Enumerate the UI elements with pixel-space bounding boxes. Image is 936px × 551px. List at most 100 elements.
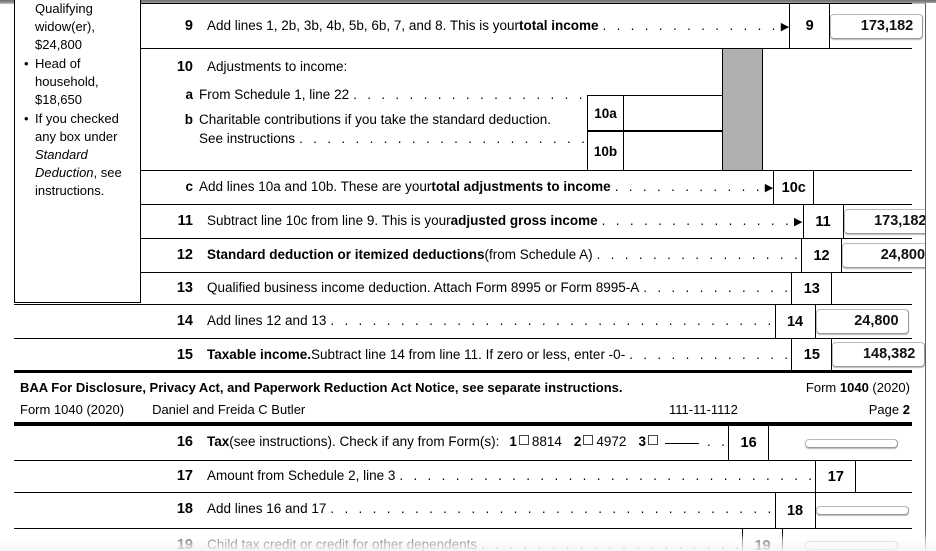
form-line-13-text: Qualified business income deduction. Att… (207, 280, 640, 295)
form-line-12-amount-input[interactable]: 24,800 (842, 243, 936, 268)
form-line-18-number: 18 (176, 501, 193, 517)
form-line-16-value-cell (769, 426, 912, 460)
form-line-10c-value-cell (814, 171, 912, 204)
form-line-16-bold-text: Tax (207, 434, 230, 449)
sidebar-item-2: Head of household, $18,650 (24, 55, 134, 109)
form-line-15: 15 Taxable income. Subtract line 14 from… (14, 339, 926, 373)
form-line-12-text: (from Schedule A) (484, 247, 593, 262)
form-line-12-bold-text: Standard deduction or itemized deduction… (207, 247, 485, 262)
form-line-10a-box-number: 10a (588, 96, 624, 130)
privacy-act-notice: BAA For Disclosure, Privacy Act, and Pap… (14, 373, 912, 401)
form-line-19-amount-input[interactable] (805, 541, 898, 550)
form-line-12-box-number: 12 (802, 239, 843, 272)
form-line-16-leader: . . (706, 434, 729, 449)
form-line-18-text: Add lines 16 and 17 (207, 501, 327, 516)
form-line-10b-entry-box[interactable]: 10b (587, 131, 723, 171)
form-1040-viewport: $12,400 Married filing jointly or Qualif… (0, 0, 936, 551)
form-line-17-number: 17 (176, 468, 193, 484)
form-line-14-text: Add lines 12 and 13 (207, 313, 327, 328)
sidebar-item-3-lead: If you checked any box under (35, 111, 119, 144)
privacy-act-notice-text: BAA For Disclosure, Privacy Act, and Pap… (20, 380, 623, 395)
sidebar-item-1: Married filing jointly or Qualifying wid… (35, 0, 134, 54)
form-line-14-leader: . . . . . . . . . . . . . . . . . . . . … (330, 313, 775, 328)
page1-form-footer-number: 1040 (839, 380, 869, 395)
form-line-19: 19 Child tax credit or credit for other … (14, 529, 912, 551)
form-line-16-checkbox-1[interactable] (518, 435, 529, 445)
form-line-12-number: 12 (176, 247, 193, 263)
form-line-17-box-number: 17 (816, 461, 857, 492)
form-line-16-checkbox-2[interactable] (583, 435, 594, 445)
form-line-16-description: 16 Tax (see instructions). Check if any … (14, 426, 730, 460)
form-line-16-amount-input[interactable] (805, 438, 898, 448)
form-line-9-text: Add lines 1, 2b, 3b, 4b, 5b, 6b, 7, and … (207, 18, 519, 33)
form-line-10c-box-number: 10c (774, 171, 815, 204)
form-line-10c-leader: . . . . . . . . . . . (614, 179, 763, 194)
form-line-10-number: 10 (176, 59, 193, 75)
form-line-16-checkbox-3[interactable] (647, 435, 658, 445)
form-line-10-value-cell (763, 49, 912, 170)
form-line-16-text: (see instructions). Check if any from Fo… (229, 434, 500, 449)
form-line-10b-text-line2: See instructions (199, 131, 296, 146)
page1-form-footer-prefix: Form (805, 380, 840, 395)
form-line-18-box-number: 18 (776, 493, 816, 528)
form-line-10-text: Adjustments to income: (207, 59, 348, 74)
form-line-12-leader: . . . . . . . . . . . . . . . (596, 247, 802, 262)
form-line-10c: c Add lines 10a and 10b. These are your … (14, 171, 912, 205)
form-line-19-number: 19 (176, 537, 193, 551)
form-line-10-group: 10 Adjustments to income: a From Schedul… (14, 49, 912, 171)
form-line-14-box-number: 14 (776, 305, 816, 338)
form-line-19-leader: . . . . . . . . . . . . . . . . . . . (481, 537, 743, 551)
form-line-14-number: 14 (176, 313, 193, 329)
form-line-11-text: Subtract line 10c from line 9. This is y… (207, 213, 451, 228)
form-line-18-description: 18 Add lines 16 and 17 . . . . . . . . .… (14, 493, 776, 528)
form-line-12: 12 Standard deduction or itemized deduct… (14, 239, 936, 273)
form-line-17-description: 17 Amount from Schedule 2, line 3 . . . … (14, 461, 817, 492)
form-line-10a-leader: . . . . . . . . . . . . . . . . . . . . (353, 87, 589, 102)
page2-page-label: Page (868, 402, 900, 417)
vertical-scrollbar[interactable] (926, 3, 936, 551)
form-line-14: 14 Add lines 12 and 13 . . . . . . . . .… (14, 305, 912, 339)
form-line-14-amount-input[interactable]: 24,800 (815, 309, 909, 334)
form-line-10a-letter: a (185, 87, 193, 102)
form-line-19-value-cell (783, 529, 912, 551)
form-line-15-amount-input[interactable]: 148,382 (832, 342, 926, 367)
sidebar-item-3-italic: Standard Deduction (35, 147, 94, 180)
form-line-17-text: Amount from Schedule 2, line 3 (207, 468, 396, 483)
form-line-10c-text: Add lines 10a and 10b. These are your (199, 179, 432, 194)
form-line-13-box-number: 13 (792, 273, 833, 304)
form-line-13-number: 13 (176, 280, 193, 296)
form-line-13-value-cell (832, 273, 912, 304)
form-line-16-other-form-input[interactable] (664, 443, 699, 444)
form-line-15-box-number: 15 (792, 339, 833, 370)
page1-form-footer: Form 1040 (2020) (806, 380, 910, 395)
form-line-15-bold-text: Taxable income. (207, 347, 312, 362)
form-line-10a-entry-box[interactable]: 10a (587, 95, 723, 131)
form-line-16-checkbox-2-number: 2 (573, 434, 582, 449)
form-line-16-checkbox-1-number: 1 (509, 434, 517, 449)
form-line-10b-text: Charitable contributions if you take the… (199, 112, 551, 127)
form-line-16-number: 16 (176, 434, 193, 450)
form-line-10a-text: From Schedule 1, line 22 (199, 87, 350, 102)
form-line-17: 17 Amount from Schedule 2, line 3 . . . … (14, 461, 912, 493)
form-line-18-amount-input[interactable] (815, 506, 909, 515)
tax-and-credits-table: 16 Tax (see instructions). Check if any … (14, 424, 912, 551)
form-line-9-value-cell: 173,182 (830, 4, 936, 48)
form-line-15-leader: . . . . . . . . . . . . (629, 347, 792, 362)
form-line-11-box-number: 11 (804, 205, 844, 238)
form-line-9-amount-input[interactable]: 173,182 (830, 13, 924, 39)
form-line-9-number: 9 (184, 18, 193, 34)
form-line-16-checkbox-group: 1 8814 2 4972 3 (509, 434, 703, 449)
form-line-11-leader: . . . . . . . . . . . . . . (601, 213, 793, 228)
form-line-15-value-cell: 148,382 (832, 339, 936, 370)
form-line-11-amount-input[interactable]: 173,182 (843, 209, 936, 234)
form-line-15-text: Subtract line 14 from line 11. If zero o… (311, 347, 626, 362)
form-line-12-value-cell: 24,800 (842, 239, 936, 272)
form-line-11-value-cell: 173,182 (843, 205, 936, 238)
form-line-19-text: Child tax credit or credit for other dep… (207, 537, 478, 551)
sidebar-list: $12,400 Married filing jointly or Qualif… (15, 0, 140, 200)
form-line-10b-letter: b (184, 112, 193, 127)
page2-header: Form 1040 (2020) Daniel and Freida C But… (14, 398, 912, 424)
page2-ssn: 111-11-1112 (669, 402, 738, 417)
income-lines-table: $12,400 Married filing jointly or Qualif… (14, 0, 936, 401)
form-line-14-value-cell: 24,800 (815, 305, 923, 338)
